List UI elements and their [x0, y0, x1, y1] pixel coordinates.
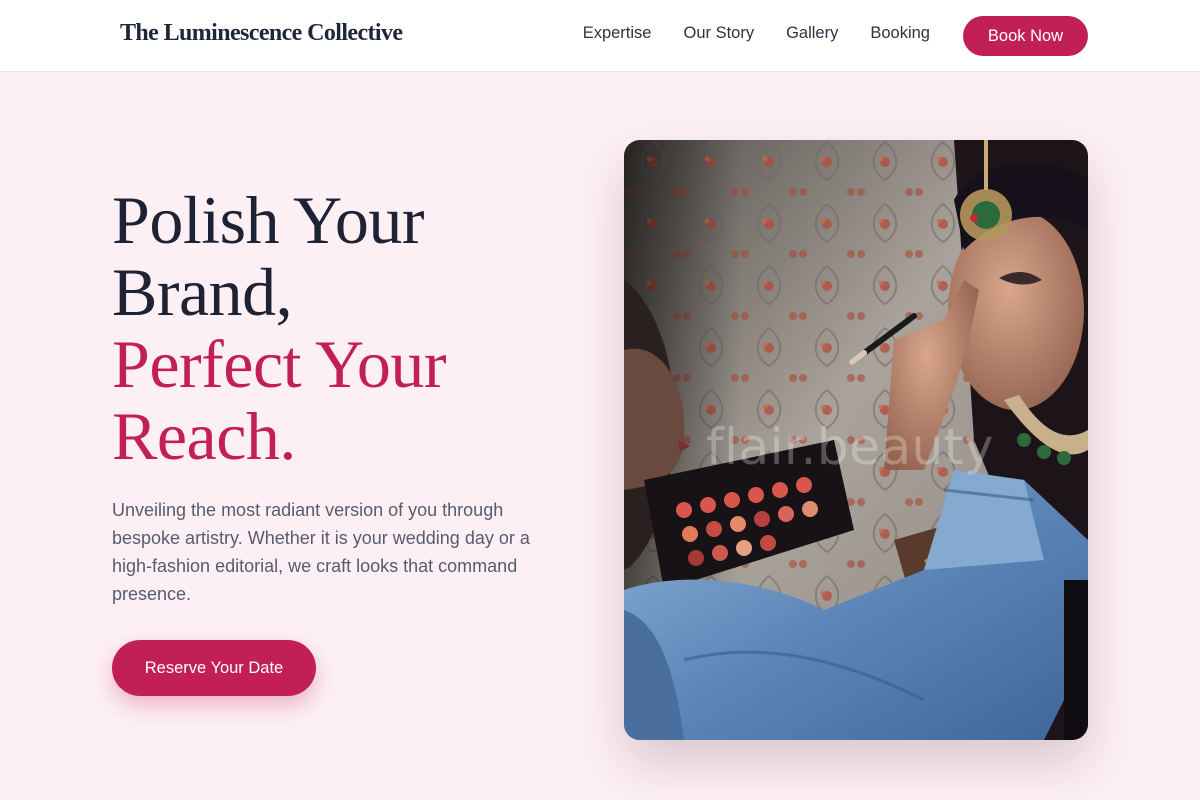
reserve-date-button[interactable]: Reserve Your Date [112, 640, 316, 696]
book-now-button[interactable]: Book Now [963, 16, 1088, 56]
brand-logo[interactable]: The Luminescence Collective [120, 20, 403, 47]
nav-link-gallery[interactable]: Gallery [786, 24, 838, 43]
hero-headline: Polish Your Brand, Perfect Your Reach. [112, 184, 446, 472]
main-nav: Expertise Our Story Gallery Booking [583, 24, 930, 43]
nav-link-expertise[interactable]: Expertise [583, 24, 652, 43]
image-watermark: flair.beauty [706, 418, 994, 476]
headline-accent-line-2: Reach. [112, 398, 296, 474]
site-header: The Luminescence Collective Expertise Ou… [0, 0, 1200, 72]
nav-link-booking[interactable]: Booking [870, 24, 930, 43]
nav-link-our-story[interactable]: Our Story [683, 24, 754, 43]
hero-photo: flair.beauty [624, 140, 1088, 740]
headline-line-1: Polish Your [112, 182, 424, 258]
headline-line-2: Brand, [112, 254, 293, 330]
hero-description: Unveiling the most radiant version of yo… [112, 500, 530, 604]
headline-accent-line-1: Perfect Your [112, 326, 446, 402]
